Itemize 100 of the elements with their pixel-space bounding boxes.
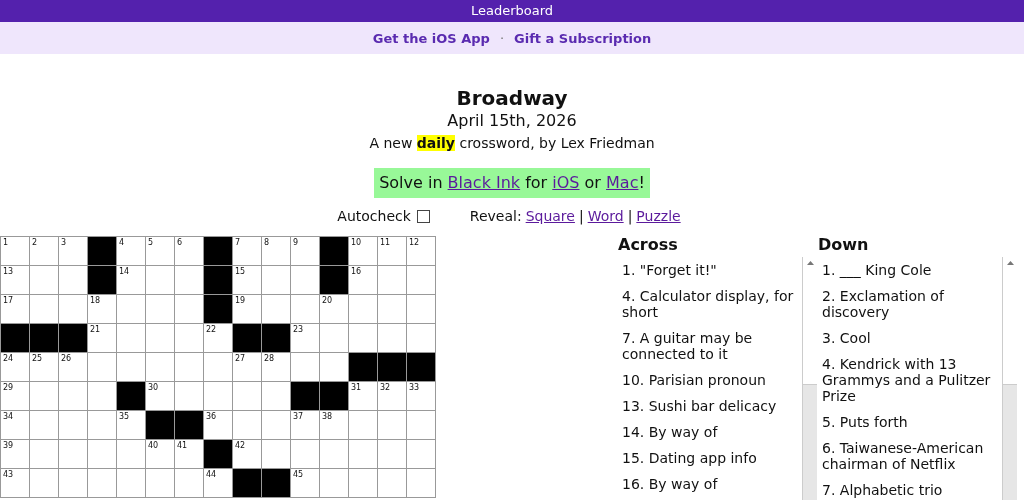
grid-square[interactable] (59, 266, 87, 294)
promo-link[interactable]: Get the iOS App (372, 30, 490, 46)
grid-square[interactable] (175, 353, 203, 381)
grid-square[interactable] (117, 440, 145, 468)
app-link[interactable]: Black Ink (447, 173, 521, 192)
grid-square[interactable]: 22 (204, 324, 232, 352)
grid-square[interactable] (88, 469, 116, 497)
grid-square[interactable] (349, 440, 377, 468)
grid-square[interactable] (349, 324, 377, 352)
clue-item[interactable]: 4. Kendrick with 13 Grammys and a Pulitzer Prize (822, 351, 1003, 409)
grid-square[interactable] (146, 266, 174, 294)
grid-square[interactable] (320, 440, 348, 468)
reveal-link[interactable]: Word (587, 208, 624, 224)
grid-square[interactable] (262, 440, 290, 468)
grid-square[interactable]: 11 (378, 237, 406, 265)
grid-square[interactable] (262, 295, 290, 323)
grid-square[interactable]: 31 (349, 382, 377, 410)
grid-square[interactable] (59, 440, 87, 468)
grid-square[interactable]: 28 (262, 353, 290, 381)
grid-square[interactable] (320, 469, 348, 497)
grid-square[interactable]: 7 (233, 237, 261, 265)
app-link[interactable]: iOS (552, 173, 580, 192)
grid-square[interactable]: 23 (291, 324, 319, 352)
grid-square[interactable]: 40 (146, 440, 174, 468)
grid-square[interactable]: 24 (1, 353, 29, 381)
scroll-up-icon[interactable] (1006, 261, 1014, 265)
grid-square[interactable]: 8 (262, 237, 290, 265)
grid-square[interactable]: 5 (146, 237, 174, 265)
grid-square[interactable] (117, 295, 145, 323)
grid-square[interactable]: 10 (349, 237, 377, 265)
grid-square[interactable]: 45 (291, 469, 319, 497)
clue-item[interactable]: 14. By way of (622, 419, 803, 445)
grid-square[interactable] (146, 469, 174, 497)
grid-square[interactable] (378, 295, 406, 323)
grid-square[interactable] (378, 440, 406, 468)
grid-square[interactable] (30, 440, 58, 468)
clue-item[interactable]: 1. ___ King Cole (822, 257, 1003, 283)
grid-square[interactable]: 16 (349, 266, 377, 294)
grid-square[interactable]: 41 (175, 440, 203, 468)
grid-square[interactable]: 21 (88, 324, 116, 352)
grid-square[interactable] (291, 266, 319, 294)
grid-square[interactable] (291, 440, 319, 468)
grid-square[interactable] (88, 353, 116, 381)
grid-square[interactable]: 1 (1, 237, 29, 265)
grid-square[interactable]: 9 (291, 237, 319, 265)
grid-square[interactable] (175, 266, 203, 294)
grid-square[interactable]: 43 (1, 469, 29, 497)
grid-square[interactable] (59, 469, 87, 497)
grid-square[interactable] (349, 411, 377, 439)
grid-square[interactable]: 37 (291, 411, 319, 439)
scroll-up-icon[interactable] (806, 261, 814, 265)
grid-square[interactable] (88, 440, 116, 468)
grid-square[interactable] (291, 353, 319, 381)
grid-square[interactable] (117, 469, 145, 497)
clue-item[interactable]: 10. Parisian pronoun (622, 367, 803, 393)
grid-square[interactable]: 15 (233, 266, 261, 294)
grid-square[interactable] (117, 353, 145, 381)
clue-item[interactable]: 5. Puts forth (822, 409, 1003, 435)
grid-square[interactable] (175, 382, 203, 410)
grid-square[interactable]: 12 (407, 237, 435, 265)
grid-square[interactable]: 35 (117, 411, 145, 439)
grid-square[interactable] (233, 382, 261, 410)
grid-square[interactable] (59, 411, 87, 439)
reveal-link[interactable]: Square (525, 208, 575, 224)
grid-square[interactable]: 29 (1, 382, 29, 410)
app-link[interactable]: Mac (606, 173, 639, 192)
grid-square[interactable] (262, 382, 290, 410)
grid-square[interactable]: 42 (233, 440, 261, 468)
autocheck-checkbox[interactable] (416, 209, 430, 223)
grid-square[interactable]: 2 (30, 237, 58, 265)
grid-square[interactable] (407, 469, 435, 497)
grid-square[interactable] (262, 266, 290, 294)
grid-square[interactable] (204, 382, 232, 410)
leaderboard-link[interactable]: Leaderboard (470, 3, 554, 22)
grid-square[interactable] (233, 411, 261, 439)
grid-square[interactable] (146, 353, 174, 381)
clue-item[interactable]: 3. Cool (822, 325, 1003, 351)
promo-link[interactable]: Gift a Subscription (514, 30, 652, 46)
grid-square[interactable]: 38 (320, 411, 348, 439)
grid-square[interactable]: 4 (117, 237, 145, 265)
clue-item[interactable]: 7. A guitar may be connected to it (622, 325, 803, 367)
clue-item[interactable]: 16. By way of (622, 471, 803, 497)
clue-item[interactable]: 4. Calculator display, for short (622, 283, 803, 325)
clue-item[interactable]: 6. Taiwanese-American chairman of Netflix (822, 435, 1003, 477)
grid-square[interactable]: 27 (233, 353, 261, 381)
grid-square[interactable]: 3 (59, 237, 87, 265)
grid-square[interactable] (30, 411, 58, 439)
grid-square[interactable] (320, 324, 348, 352)
grid-square[interactable] (30, 382, 58, 410)
grid-square[interactable] (175, 324, 203, 352)
grid-square[interactable]: 33 (407, 382, 435, 410)
grid-square[interactable]: 19 (233, 295, 261, 323)
grid-square[interactable] (407, 266, 435, 294)
grid-square[interactable] (59, 295, 87, 323)
grid-square[interactable] (175, 469, 203, 497)
grid-square[interactable] (407, 411, 435, 439)
grid-square[interactable] (378, 469, 406, 497)
grid-square[interactable] (291, 295, 319, 323)
grid-square[interactable] (88, 411, 116, 439)
grid-square[interactable]: 32 (378, 382, 406, 410)
